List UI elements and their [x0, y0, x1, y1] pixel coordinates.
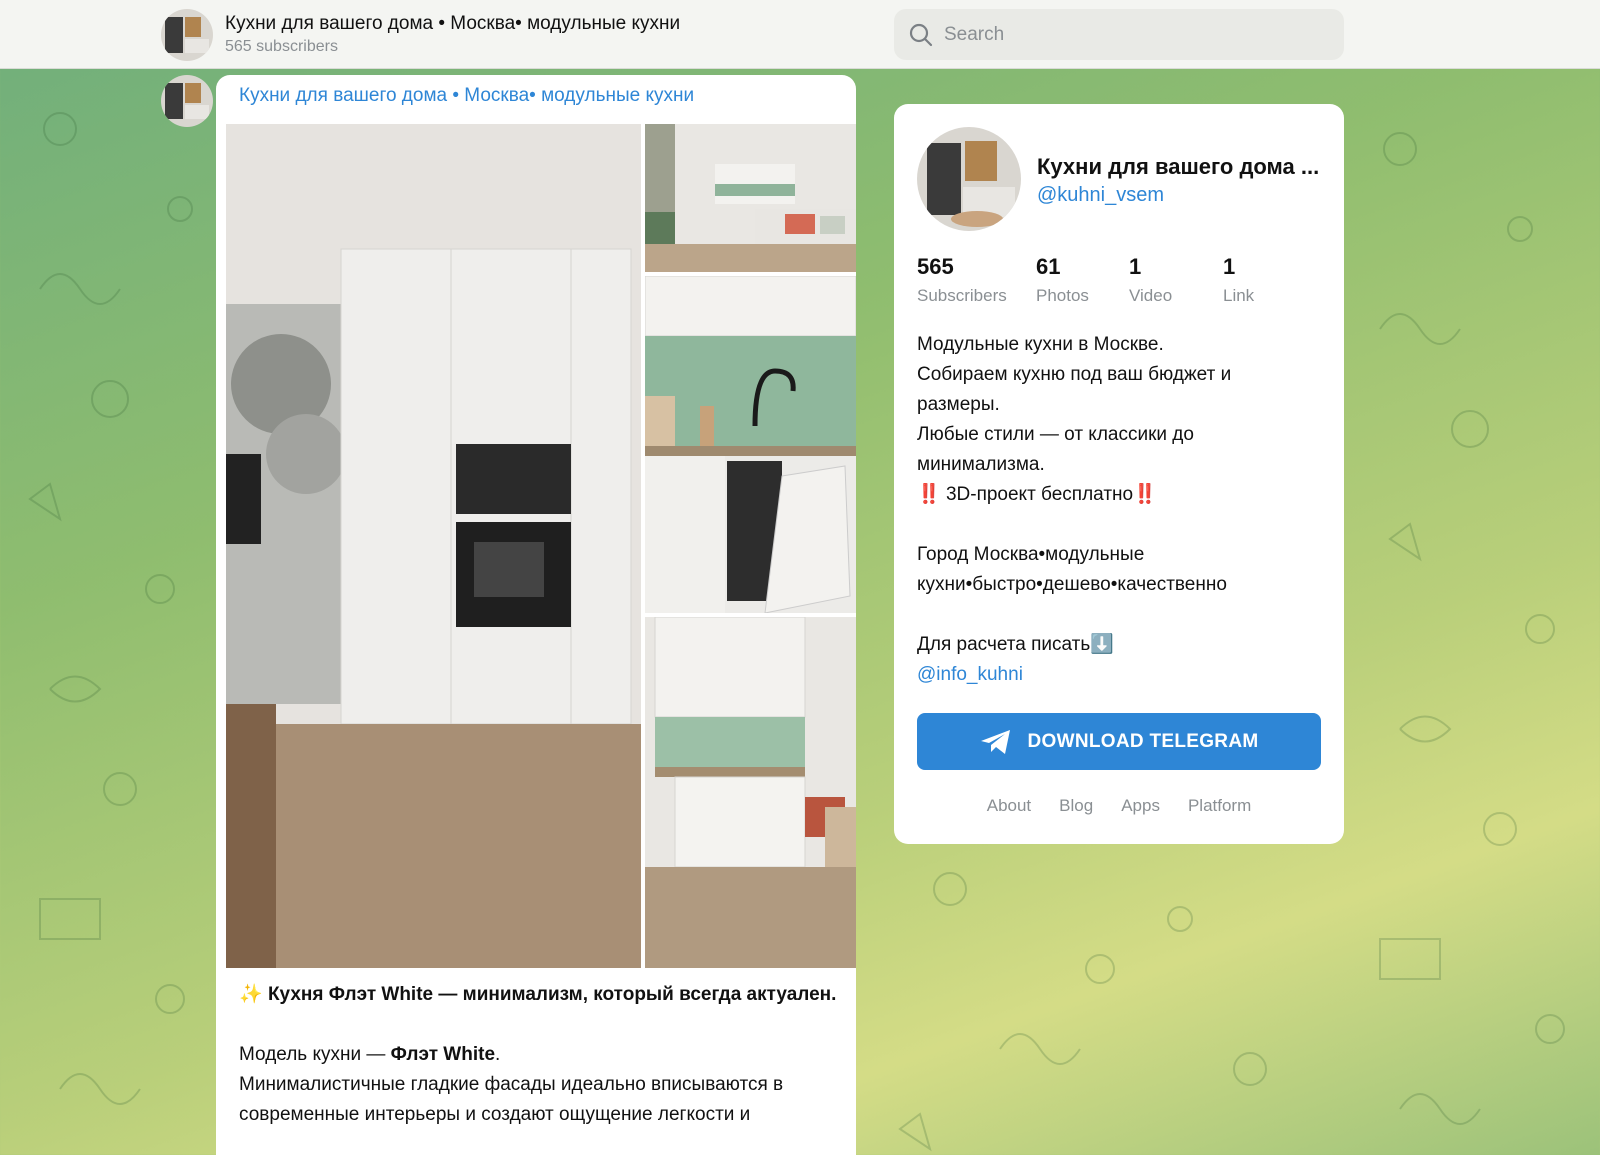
footer-links: About Blog Apps Platform	[894, 796, 1344, 816]
description-line: Город Москва•модульные	[917, 544, 1145, 565]
post-paragraph-1: ✨ Кухня Флэт White — минимализм, который…	[239, 980, 839, 1010]
post-channel-link[interactable]: Кухни для вашего дома • Москва• модульны…	[239, 85, 694, 107]
channel-title[interactable]: Кухни для вашего дома • Москва• модульны…	[225, 13, 680, 35]
download-button-label: DOWNLOAD TELEGRAM	[1027, 730, 1259, 752]
post-model-prefix: Модель кухни —	[239, 1044, 391, 1065]
stat-video[interactable]: 1 Video	[1129, 254, 1172, 306]
search-icon	[909, 23, 933, 47]
stat-number: 565	[917, 254, 954, 279]
description-line: Собираем кухню под ваш бюджет и	[917, 364, 1232, 385]
top-bar: Кухни для вашего дома • Москва• модульны…	[0, 0, 1600, 69]
post-paragraph-2: Модель кухни — Флэт White.	[239, 1040, 839, 1070]
stat-subscribers: 565 Subscribers	[917, 254, 1007, 306]
stat-number: 61	[1036, 254, 1061, 279]
description-text: 3D-проект бесплатно	[940, 484, 1134, 505]
photo-main[interactable]	[226, 124, 641, 968]
subscriber-count: 565 subscribers	[225, 38, 338, 55]
down-arrow-icon: ⬇️	[1090, 634, 1114, 655]
photo-kitchen-side[interactable]	[645, 617, 856, 968]
stat-number: 1	[1223, 254, 1236, 279]
stat-number: 1	[1129, 254, 1142, 279]
description-line: минимализма.	[917, 454, 1045, 475]
channel-profile-card: Кухни для вашего дома ... @kuhni_vsem 56…	[894, 104, 1344, 844]
telegram-plane-icon	[980, 729, 1010, 754]
stat-label: Photos	[1036, 286, 1089, 305]
stat-label: Link	[1223, 286, 1255, 305]
description-line: ‼️ 3D-проект бесплатно‼️	[917, 480, 1327, 510]
profile-name: Кухни для вашего дома ...	[1037, 154, 1320, 179]
description-line: размеры.	[917, 394, 1000, 415]
post-headline: Кухня Флэт White — минимализм, который в…	[267, 984, 837, 1005]
post-model-suffix: .	[495, 1044, 501, 1065]
profile-avatar	[917, 127, 1021, 231]
channel-avatar[interactable]	[161, 9, 213, 61]
channel-post: Кухни для вашего дома • Москва• модульны…	[216, 75, 856, 1155]
photo-gallery	[226, 124, 856, 968]
footer-link-blog[interactable]: Blog	[1059, 796, 1093, 816]
footer-link-apps[interactable]: Apps	[1121, 796, 1160, 816]
stat-photos[interactable]: 61 Photos	[1036, 254, 1089, 306]
stat-label: Video	[1129, 286, 1173, 305]
photo-living-room[interactable]	[645, 124, 856, 272]
profile-handle[interactable]: @kuhni_vsem	[1037, 184, 1164, 207]
description-blank	[917, 600, 1327, 630]
search-input[interactable]	[944, 9, 1324, 60]
description-text: Для расчета писать	[917, 634, 1091, 655]
download-telegram-button[interactable]: DOWNLOAD TELEGRAM	[917, 713, 1321, 770]
footer-link-about[interactable]: About	[987, 796, 1031, 816]
post-text: ✨ Кухня Флэт White — минимализм, который…	[239, 980, 839, 1155]
post-author-avatar[interactable]	[161, 75, 213, 127]
stat-label: Subscribers	[917, 286, 1007, 305]
description-line: Для расчета писать⬇️	[917, 630, 1327, 660]
photo-sink-dishwasher[interactable]	[645, 276, 856, 613]
sparkles-icon: ✨	[239, 984, 263, 1005]
profile-description: Модульные кухни в Москве. Собираем кухню…	[917, 330, 1327, 690]
description-line: Модульные кухни в Москве.	[917, 334, 1164, 355]
footer-link-platform[interactable]: Platform	[1188, 796, 1251, 816]
contact-link[interactable]: @info_kuhni	[917, 660, 1327, 690]
description-line: кухни•быстро•дешево•качественно	[917, 574, 1227, 595]
post-paragraph-3: Минималистичные гладкие фасады идеально …	[239, 1074, 784, 1125]
description-blank	[917, 510, 1327, 540]
double-exclamation-icon: ‼️	[917, 484, 941, 505]
description-line: Любые стили — от классики до	[917, 424, 1194, 445]
post-model-name: Флэт White	[390, 1044, 496, 1065]
profile-stats: 565 Subscribers 61 Photos 1 Video 1 Link	[917, 254, 1337, 306]
search-box[interactable]	[894, 9, 1344, 60]
stat-link[interactable]: 1 Link	[1223, 254, 1254, 306]
double-exclamation-icon: ‼️	[1133, 484, 1157, 505]
